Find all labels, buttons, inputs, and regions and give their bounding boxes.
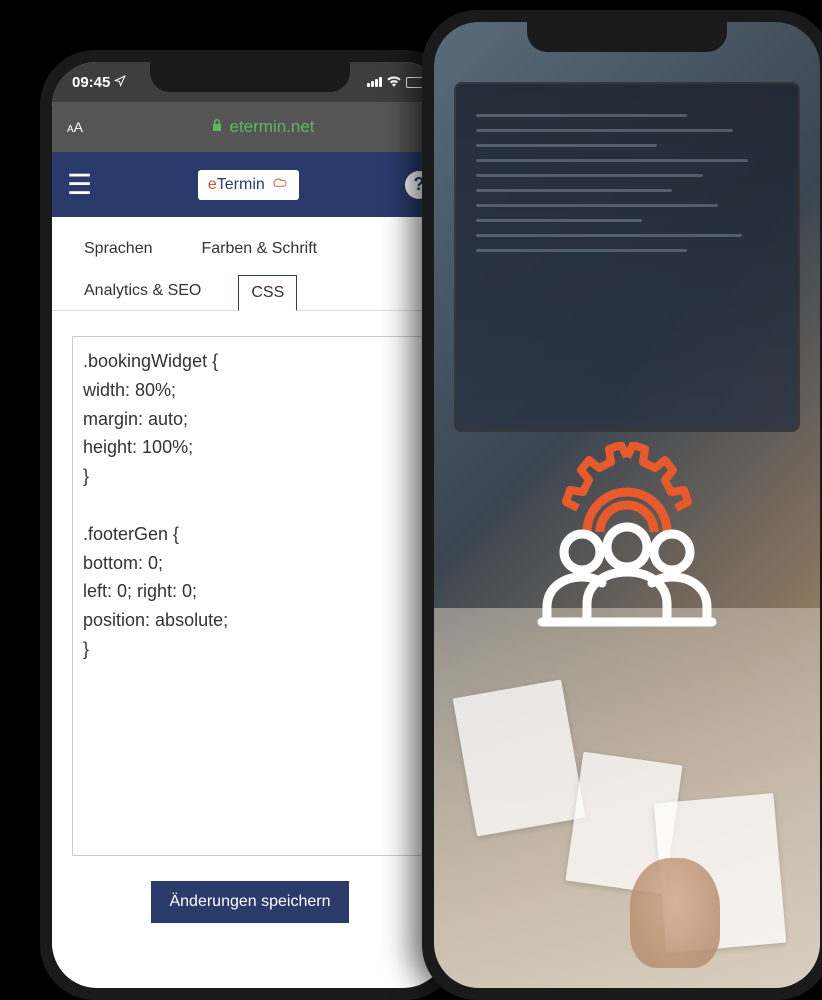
css-editor-textarea[interactable] [72, 336, 428, 856]
hand-graphic [630, 858, 720, 968]
hamburger-menu-icon[interactable]: ☰ [67, 168, 92, 201]
content-area: Änderungen speichern [52, 311, 448, 948]
phone-mockup-right [422, 10, 822, 1000]
tab-sprachen[interactable]: Sprachen [72, 232, 165, 266]
desk-graphic [434, 608, 820, 988]
status-left: 09:45 [72, 74, 126, 91]
tab-row-1: Sprachen Farben & Schrift [72, 232, 428, 266]
phone-screen-right [434, 22, 820, 988]
text-size-control[interactable]: AAAA [67, 119, 83, 135]
phone-mockup-left: 09:45 AAAA etermin.net [40, 50, 460, 1000]
phone-screen-left: 09:45 AAAA etermin.net [52, 62, 448, 988]
signal-icon [367, 77, 382, 87]
code-lines-graphic [456, 84, 798, 294]
status-right [367, 74, 428, 91]
tab-row-2: Analytics & SEO CSS [72, 274, 428, 310]
app-header: ☰ eTermin ? [52, 152, 448, 217]
notch-left [150, 62, 350, 92]
location-icon [114, 74, 126, 91]
paper-graphic [453, 680, 586, 837]
tabs-container: Sprachen Farben & Schrift Analytics & SE… [52, 217, 448, 311]
lock-icon [211, 119, 223, 136]
tab-css[interactable]: CSS [238, 275, 297, 311]
wifi-icon [386, 74, 402, 91]
tab-farben-schrift[interactable]: Farben & Schrift [190, 232, 330, 266]
tab-analytics-seo[interactable]: Analytics & SEO [72, 274, 213, 310]
status-time: 09:45 [72, 74, 110, 91]
notch-right [527, 22, 727, 52]
browser-url-bar[interactable]: AAAA etermin.net [52, 102, 448, 152]
brand-logo: eTermin [198, 170, 299, 200]
save-button[interactable]: Änderungen speichern [151, 881, 348, 923]
url-text: etermin.net [93, 117, 433, 137]
people-icon [527, 517, 727, 637]
monitor-graphic [454, 82, 800, 432]
center-icon-group [527, 442, 727, 642]
